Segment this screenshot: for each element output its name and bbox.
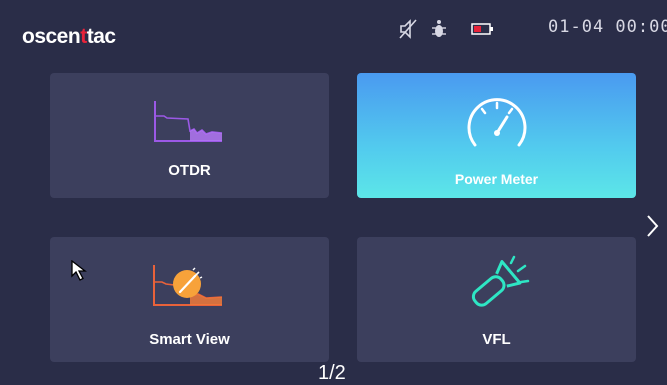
flashlight-icon (471, 255, 530, 307)
tile-label: OTDR (168, 162, 211, 179)
tile-label: VFL (482, 331, 511, 348)
tile-label: Smart View (149, 331, 230, 348)
otdr-trace-icon (154, 101, 223, 142)
speaker-muted-icon (399, 19, 417, 39)
clock-readout: 01-04 00:00 (548, 17, 667, 37)
tile-label: Power Meter (454, 171, 539, 187)
brand-logo: oscenttac (22, 25, 116, 48)
next-page-arrow-icon[interactable] (645, 213, 661, 239)
battery-low-icon (471, 23, 493, 35)
status-bar: oscenttac 01-04 00:00 (0, 0, 667, 62)
tile-power-meter[interactable]: Power Meter (357, 73, 636, 198)
smart-view-icon (153, 265, 223, 306)
page-indicator: 1/2 (318, 362, 346, 384)
tile-otdr[interactable]: OTDR (50, 73, 329, 198)
mouse-cursor-icon (71, 260, 87, 281)
power-gauge-icon (467, 98, 527, 147)
tile-vfl[interactable]: VFL (357, 237, 636, 362)
debug-bug-icon (432, 20, 446, 37)
tile-smart-view[interactable]: Smart View (50, 237, 329, 362)
